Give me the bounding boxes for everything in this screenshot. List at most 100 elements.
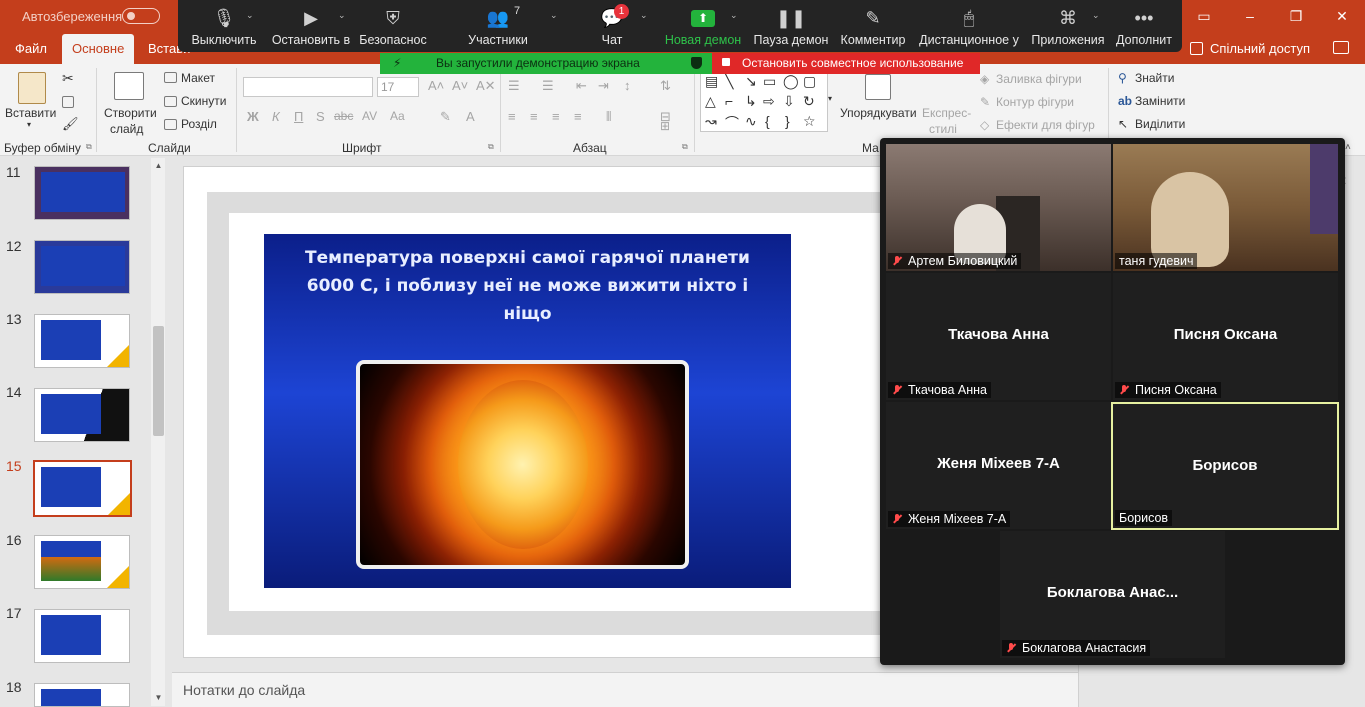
slide-thumbnail-17[interactable]	[34, 609, 130, 663]
video-options-caret[interactable]: ⌄	[338, 10, 346, 21]
right-arrow-shape-icon[interactable]: ⇨	[763, 93, 775, 110]
text-direction-icon[interactable]: ⇅	[660, 78, 671, 94]
rectangle-shape-icon[interactable]: ▭	[763, 73, 776, 90]
minimize-button[interactable]: –	[1238, 6, 1262, 26]
bold-icon[interactable]: Ж	[247, 109, 259, 124]
font-size-input[interactable]: 17	[377, 77, 419, 97]
apps-options-caret[interactable]: ⌄	[1092, 10, 1100, 21]
paste-icon[interactable]	[18, 72, 46, 104]
share-button[interactable]: Спільний доступ	[1190, 39, 1310, 59]
participant-tile-active-speaker[interactable]: Борисов Борисов	[1111, 402, 1339, 530]
cut-icon[interactable]: ✂	[62, 70, 74, 87]
arrange-button[interactable]: Упорядкувати	[840, 106, 917, 120]
more-button[interactable]: ••• Дополнит	[1110, 0, 1178, 52]
mute-button[interactable]: 🎙 Выключить	[184, 0, 264, 52]
line-shape-icon[interactable]: ╲	[725, 73, 733, 90]
remote-control-button[interactable]: 🖱 Дистанционное у	[918, 0, 1020, 52]
slide-thumbnail-15[interactable]	[33, 460, 132, 517]
triangle-shape-icon[interactable]: △	[705, 93, 716, 110]
align-left-icon[interactable]: ≡	[508, 109, 516, 124]
tab-file[interactable]: Файл	[5, 34, 57, 64]
apps-button[interactable]: ⌘ Приложения	[1030, 0, 1106, 52]
autosave-toggle[interactable]	[122, 8, 160, 24]
wave-shape-icon[interactable]: ∿	[745, 113, 757, 130]
rounded-rect-shape-icon[interactable]: ▢	[803, 73, 816, 90]
stop-share-button[interactable]: Остановить совместное использование	[712, 53, 980, 74]
font-color-icon[interactable]: A	[466, 109, 475, 124]
paragraph-launcher-icon[interactable]: ⧉	[682, 142, 688, 152]
scroll-thumb[interactable]	[153, 326, 164, 436]
shapes-gallery[interactable]: ▤ ╲ ↘ ▭ ◯ ▢ △ ⌐ ↳ ⇨ ⇩ ↻ ↝ ⌒ ∿ { } ☆	[700, 72, 828, 132]
line-spacing-icon[interactable]: ↕	[624, 78, 631, 93]
increase-indent-icon[interactable]: ⇥	[598, 78, 609, 94]
char-spacing-icon[interactable]: AV	[362, 109, 377, 123]
bullets-icon[interactable]: ☰	[508, 78, 520, 94]
slide-thumbnail-14[interactable]	[34, 388, 130, 442]
collapse-ribbon-icon[interactable]: ˄	[1345, 142, 1351, 153]
security-button[interactable]: ⛨ Безопаснос	[358, 0, 428, 52]
right-brace-shape-icon[interactable]: }	[785, 113, 790, 129]
font-launcher-icon[interactable]: ⧉	[488, 142, 494, 152]
copy-icon[interactable]	[62, 96, 74, 108]
slide-title[interactable]: Температура поверхні самої гарячої плане…	[284, 244, 771, 328]
shrink-font-icon[interactable]: A˅	[452, 78, 468, 93]
participant-tile[interactable]: Женя Міхеев 7-А Женя Міхеев 7-А	[886, 402, 1111, 529]
new-slide-icon[interactable]	[114, 72, 144, 100]
mute-options-caret[interactable]: ⌄	[246, 10, 254, 21]
tab-home[interactable]: Основне	[62, 34, 135, 64]
change-case-icon[interactable]: Aa	[390, 109, 405, 123]
smartart-icon[interactable]: ⊞	[660, 119, 670, 133]
shape-fill-button[interactable]: Заливка фігури	[996, 72, 1082, 86]
slide-thumbnail-16[interactable]	[34, 535, 130, 589]
participant-tile[interactable]: Боклагова Анас... Боклагова Анастасия	[1000, 531, 1225, 658]
replace-button[interactable]: Замінити	[1135, 94, 1185, 108]
highlight-icon[interactable]: ✎	[440, 109, 451, 125]
shape-effects-button[interactable]: Ефекти для фігур	[996, 118, 1095, 132]
new-slide-label-1[interactable]: Створити	[104, 106, 157, 120]
reset-button[interactable]: Скинути	[181, 94, 226, 108]
thumbnail-scrollbar[interactable]: ▲ ▼	[151, 158, 165, 706]
down-arrow-shape-icon[interactable]: ⇩	[783, 93, 795, 110]
shape-outline-button[interactable]: Контур фігури	[996, 95, 1074, 109]
textbox-shape-icon[interactable]: ▤	[705, 73, 718, 90]
participants-options-caret[interactable]: ⌄	[550, 10, 558, 21]
align-center-icon[interactable]: ≡	[530, 109, 538, 124]
pause-share-button[interactable]: ❚❚ Пауза демон	[752, 0, 830, 52]
annotate-button[interactable]: ✎ Комментир	[838, 0, 908, 52]
star-shape-icon[interactable]: ☆	[803, 113, 816, 130]
participant-tile[interactable]: таня гудевич	[1113, 144, 1338, 271]
arc-shape-icon[interactable]: ⌒	[725, 113, 739, 133]
scroll-up-icon[interactable]: ▲	[153, 160, 164, 172]
quick-styles-label-2[interactable]: стилі	[929, 122, 957, 136]
left-brace-shape-icon[interactable]: {	[765, 113, 770, 129]
arrow-line-shape-icon[interactable]: ↘	[745, 73, 757, 90]
participant-tile[interactable]: Артем Биловицкий	[886, 144, 1111, 271]
slide-thumbnail-13[interactable]	[34, 314, 130, 368]
decrease-indent-icon[interactable]: ⇤	[576, 78, 587, 94]
section-button[interactable]: Розділ	[181, 117, 217, 131]
new-share-button[interactable]: ⬆ Новая демон	[662, 0, 744, 52]
columns-icon[interactable]: ⫴	[606, 109, 611, 125]
quick-styles-label-1[interactable]: Експрес-	[922, 106, 971, 120]
shapes-scroll-icon[interactable]: ▾	[828, 94, 832, 103]
strikethrough-icon[interactable]: abc	[334, 109, 353, 123]
select-button[interactable]: Виділити	[1135, 117, 1185, 131]
paste-label[interactable]: Вставити	[5, 106, 56, 120]
elbow-connector-shape-icon[interactable]: ⌐	[725, 93, 733, 109]
justify-icon[interactable]: ≡	[574, 109, 582, 124]
underline-icon[interactable]: П	[294, 109, 303, 124]
find-button[interactable]: Знайти	[1135, 71, 1174, 85]
grow-font-icon[interactable]: A˄	[428, 78, 444, 93]
notes-pane[interactable]: Нотатки до слайда	[172, 672, 1078, 707]
format-painter-icon[interactable]: 🖌	[62, 116, 79, 132]
numbering-icon[interactable]: ☰	[542, 78, 554, 94]
sun-image[interactable]	[356, 360, 689, 569]
share-options-caret[interactable]: ⌄	[730, 10, 738, 21]
curved-shape-icon[interactable]: ↻	[803, 93, 815, 110]
slide-thumbnail-11[interactable]	[34, 166, 130, 220]
chat-options-caret[interactable]: ⌄	[640, 10, 648, 21]
restore-button[interactable]: ❐	[1284, 6, 1308, 26]
oval-shape-icon[interactable]: ◯	[783, 73, 799, 90]
slide-picture[interactable]: Температура поверхні самої гарячої плане…	[264, 234, 791, 588]
new-slide-label-2[interactable]: слайд	[110, 122, 143, 136]
